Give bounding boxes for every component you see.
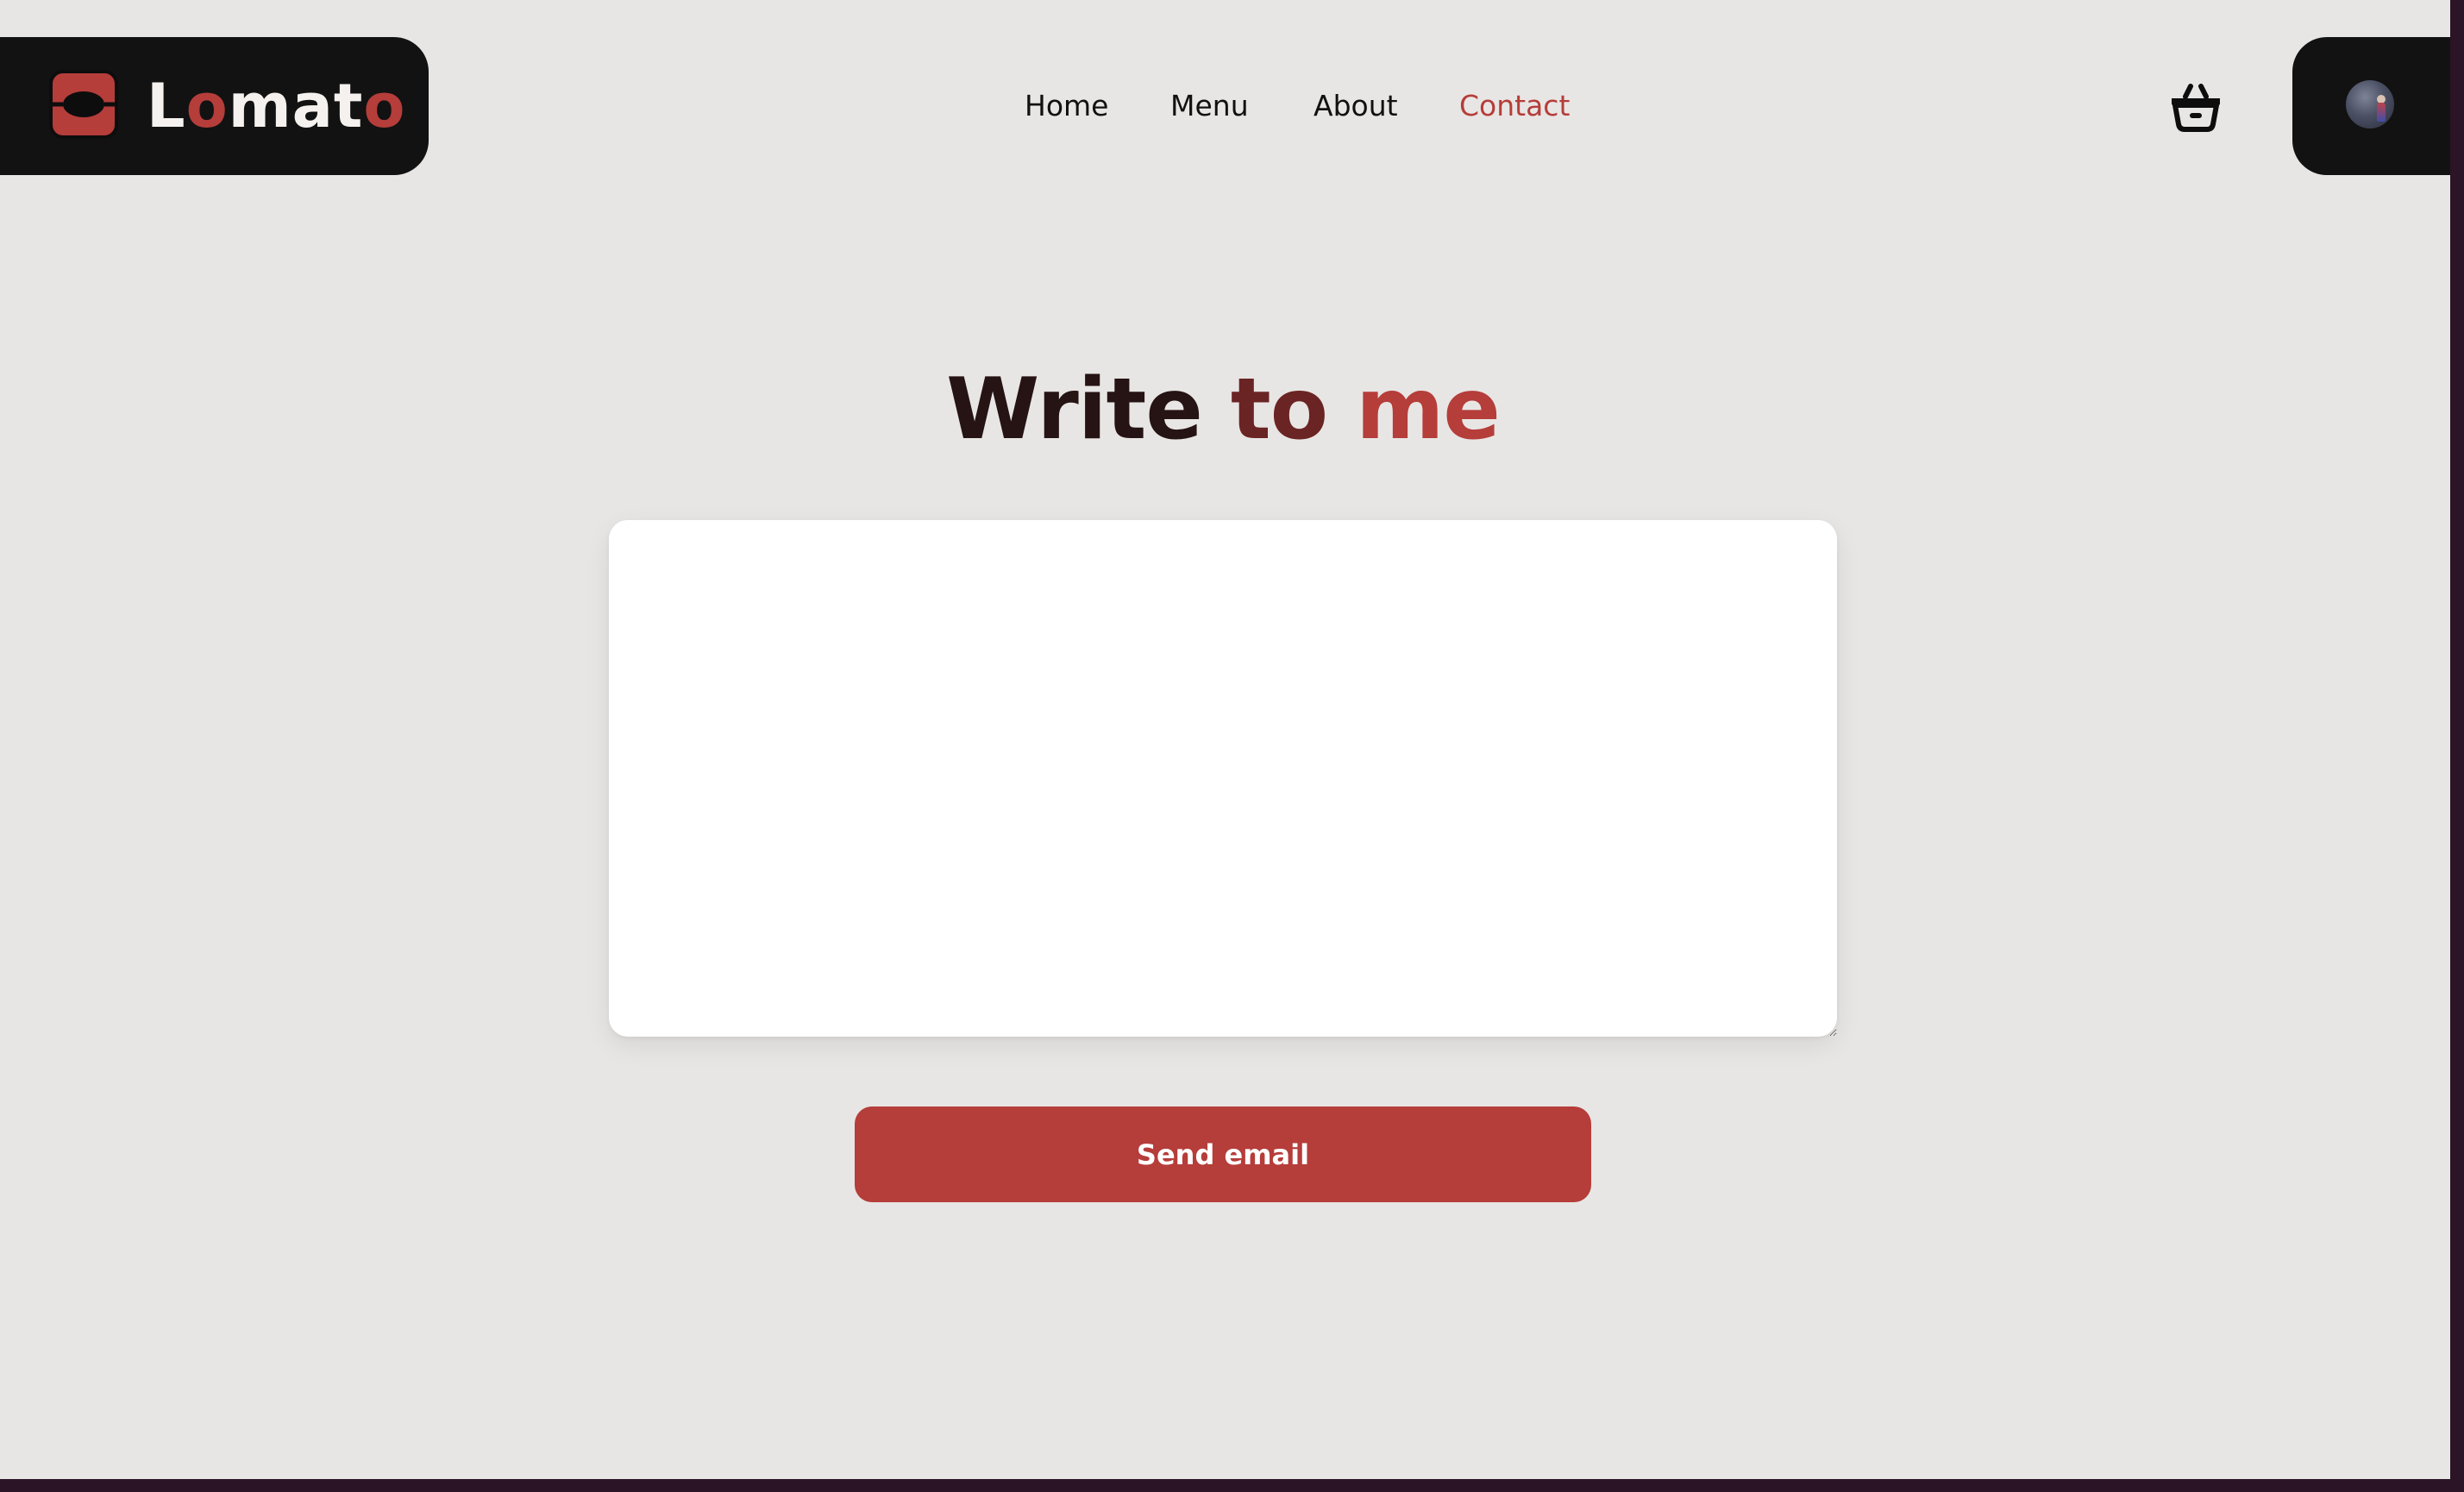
brand-letter: o bbox=[185, 71, 229, 141]
shopping-basket-icon[interactable] bbox=[2168, 81, 2223, 133]
title-word: to bbox=[1230, 360, 1328, 459]
nav-link-contact[interactable]: Contact bbox=[1459, 86, 1570, 126]
nav-link-home[interactable]: Home bbox=[1025, 86, 1108, 126]
brand-name: Lomato bbox=[147, 72, 405, 141]
brand-letter: L bbox=[147, 71, 186, 141]
profile-container bbox=[2292, 37, 2450, 175]
window-frame-bottom bbox=[0, 1479, 2464, 1492]
message-textarea[interactable] bbox=[609, 520, 1837, 1037]
avatar-figure bbox=[2377, 103, 2386, 122]
plate-icon bbox=[49, 70, 118, 139]
nav-link-about[interactable]: About bbox=[1314, 86, 1398, 126]
window-frame-right bbox=[2450, 0, 2464, 1492]
title-word: me bbox=[1356, 360, 1501, 459]
avatar[interactable] bbox=[2346, 80, 2394, 129]
nav-link-menu[interactable]: Menu bbox=[1170, 86, 1249, 126]
title-word: Write bbox=[946, 360, 1203, 459]
contact-page: Lomato Home Menu About Contact Write to … bbox=[0, 0, 2450, 1479]
brand-letter: o bbox=[363, 71, 406, 141]
brand-letter: mat bbox=[228, 71, 364, 141]
page-title: Write to me bbox=[0, 349, 2446, 470]
send-email-button[interactable]: Send email bbox=[855, 1106, 1591, 1202]
logo-container[interactable]: Lomato bbox=[0, 37, 429, 175]
